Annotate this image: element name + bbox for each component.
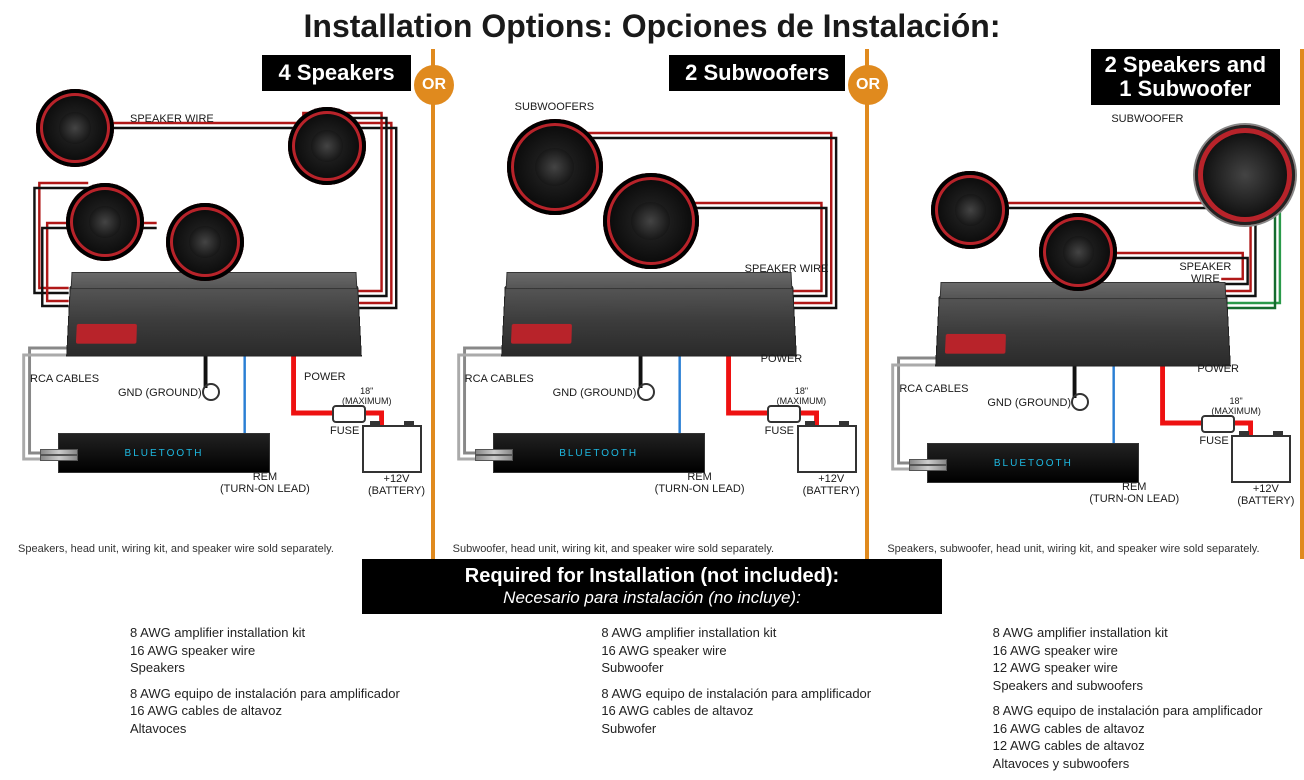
speaker-icon bbox=[66, 183, 144, 261]
option-column-1: 4 Speakers bbox=[0, 49, 435, 559]
required-list-1: 8 AWG amplifier installation kit 16 AWG … bbox=[0, 618, 441, 772]
label-gnd: GND (GROUND) bbox=[553, 387, 637, 399]
label-rca: RCA CABLES bbox=[30, 373, 99, 385]
required-title-es: Necesario para instalación (no incluye): bbox=[372, 588, 932, 608]
or-badge-2: OR bbox=[848, 65, 888, 105]
label-gnd: GND (GROUND) bbox=[987, 397, 1071, 409]
label-maxlen: 18" (MAXIMUM) bbox=[777, 387, 827, 407]
page-title: Installation Options: Opciones de Instal… bbox=[0, 0, 1304, 49]
option-column-3: 2 Speakers and 1 Subwoofer bbox=[869, 49, 1304, 559]
label-rem: REM (TURN-ON LEAD) bbox=[655, 471, 745, 495]
label-subwoofer: SUBWOOFER bbox=[1111, 113, 1183, 125]
fuse-icon bbox=[332, 405, 366, 423]
label-power: POWER bbox=[1197, 363, 1239, 375]
amplifier-icon bbox=[935, 296, 1231, 366]
label-speaker-wire-2: SPEAKER WIRE bbox=[745, 263, 829, 275]
required-columns: 8 AWG amplifier installation kit 16 AWG … bbox=[0, 618, 1304, 772]
subwoofer-speaker-icon bbox=[507, 119, 603, 215]
or-badge-1: OR bbox=[414, 65, 454, 105]
head-unit-icon: BLUETOOTH bbox=[58, 433, 270, 473]
label-gnd: GND (GROUND) bbox=[118, 387, 202, 399]
speaker-icon bbox=[931, 171, 1009, 249]
speaker-icon bbox=[1039, 213, 1117, 291]
option-column-2: 2 Subwoofers BLUETOOTH SUBWOOF bbox=[435, 49, 870, 559]
label-battery: +12V (BATTERY) bbox=[803, 473, 860, 497]
label-fuse: FUSE bbox=[1199, 435, 1228, 447]
option-label-1: 4 Speakers bbox=[262, 55, 410, 91]
label-rem: REM (TURN-ON LEAD) bbox=[220, 471, 310, 495]
label-fuse: FUSE bbox=[765, 425, 794, 437]
diagram-columns: 4 Speakers bbox=[0, 49, 1304, 559]
option-label-3: 2 Speakers and 1 Subwoofer bbox=[1091, 49, 1280, 105]
diagram-2: BLUETOOTH SUBWOOFERS SPEAKER WIRE POWER … bbox=[445, 53, 856, 533]
ground-icon bbox=[1071, 393, 1089, 411]
label-speaker-wire: SPEAKER WIRE bbox=[130, 113, 214, 125]
amplifier-icon bbox=[66, 286, 362, 356]
label-power: POWER bbox=[761, 353, 803, 365]
label-battery: +12V (BATTERY) bbox=[1237, 483, 1294, 507]
battery-icon bbox=[1231, 435, 1291, 483]
rca-plug-icon bbox=[909, 459, 945, 469]
head-unit-icon: BLUETOOTH bbox=[493, 433, 705, 473]
required-list-3: 8 AWG amplifier installation kit 16 AWG … bbox=[913, 618, 1304, 772]
speaker-icon bbox=[36, 89, 114, 167]
battery-icon bbox=[797, 425, 857, 473]
label-rca: RCA CABLES bbox=[465, 373, 534, 385]
label-rem: REM (TURN-ON LEAD) bbox=[1089, 481, 1179, 505]
required-list-2: 8 AWG amplifier installation kit 16 AWG … bbox=[441, 618, 912, 772]
amplifier-icon bbox=[501, 286, 797, 356]
ground-icon bbox=[637, 383, 655, 401]
label-rca: RCA CABLES bbox=[899, 383, 968, 395]
diagram-3: BLUETOOTH SUBWOOFER SPEAKER WIRE POWER R… bbox=[879, 53, 1290, 533]
ground-icon bbox=[202, 383, 220, 401]
fuse-icon bbox=[1201, 415, 1235, 433]
speaker-icon bbox=[288, 107, 366, 185]
label-maxlen: 18" (MAXIMUM) bbox=[342, 387, 392, 407]
subwoofer-icon bbox=[1195, 125, 1295, 225]
required-banner: Required for Installation (not included)… bbox=[362, 559, 942, 614]
disclaimer-3: Speakers, subwoofer, head unit, wiring k… bbox=[887, 543, 1259, 555]
subwoofer-speaker-icon bbox=[603, 173, 699, 269]
rca-plug-icon bbox=[40, 449, 76, 459]
disclaimer-1: Speakers, head unit, wiring kit, and spe… bbox=[18, 543, 334, 555]
rca-plug-icon bbox=[475, 449, 511, 459]
battery-icon bbox=[362, 425, 422, 473]
label-power: POWER bbox=[304, 371, 346, 383]
head-unit-icon: BLUETOOTH bbox=[927, 443, 1139, 483]
label-speaker-wire-3: SPEAKER WIRE bbox=[1179, 261, 1231, 285]
diagram-1: BLUETOOTH SPEAKER WIRE POWER RCA CABLES … bbox=[10, 53, 421, 533]
label-fuse: FUSE bbox=[330, 425, 359, 437]
option-label-2: 2 Subwoofers bbox=[669, 55, 845, 91]
label-subwoofers: SUBWOOFERS bbox=[515, 101, 594, 113]
fuse-icon bbox=[767, 405, 801, 423]
speaker-icon bbox=[166, 203, 244, 281]
label-battery: +12V (BATTERY) bbox=[368, 473, 425, 497]
label-maxlen: 18" (MAXIMUM) bbox=[1211, 397, 1261, 417]
disclaimer-2: Subwoofer, head unit, wiring kit, and sp… bbox=[453, 543, 774, 555]
required-title-en: Required for Installation (not included)… bbox=[372, 565, 932, 588]
